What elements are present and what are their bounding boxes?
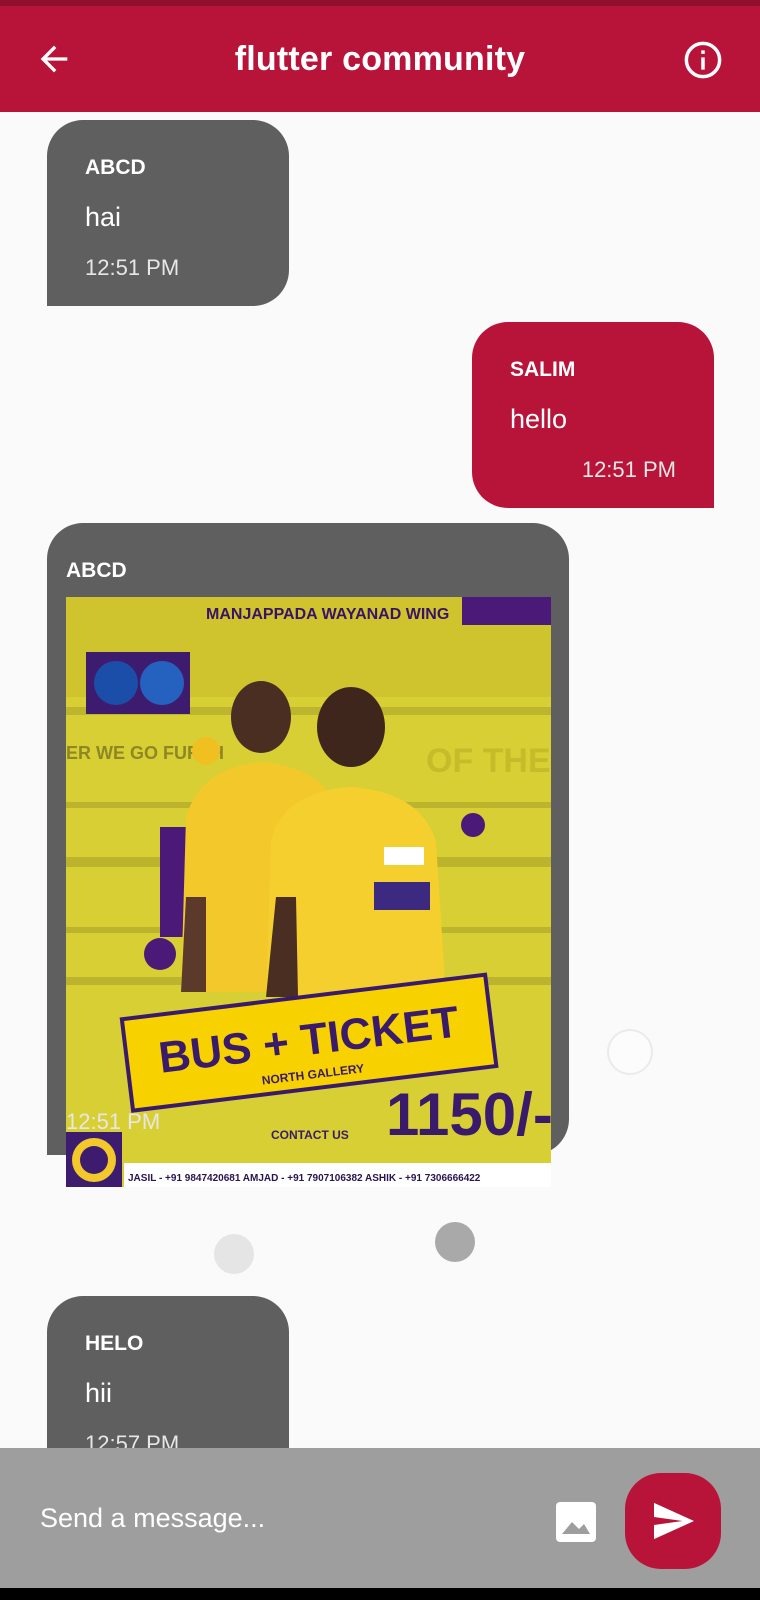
message-list[interactable]: ABCD hai 12:51 PM SALIM hello 12:51 PM A…	[0, 112, 760, 1448]
message-text: hii	[85, 1378, 113, 1408]
touch-ripple	[607, 1029, 653, 1075]
send-button[interactable]	[625, 1473, 721, 1569]
nav-bar-strip	[0, 1588, 760, 1600]
attach-image-button[interactable]	[552, 1498, 600, 1546]
touch-ripple	[214, 1234, 254, 1274]
poster-contact-label: CONTACT US	[271, 1128, 349, 1142]
message-time: 12:51 PM	[66, 1109, 161, 1134]
message-bubble-incoming[interactable]: HELO hii 12:57 PM	[47, 1296, 289, 1448]
poster-bg-text: OF THE	[426, 742, 551, 780]
message-text: hello	[510, 404, 568, 434]
message-bubble-outgoing[interactable]: SALIM hello 12:51 PM	[472, 322, 714, 508]
poster-price: 1150/-	[386, 1081, 551, 1148]
poster-graphic: MANJAPPADA WAYANAD WING ER WE GO FURTH O…	[66, 597, 551, 1187]
poster-contacts: JASIL - +91 9847420681 AMJAD - +91 79071…	[128, 1173, 481, 1184]
message-bubble-image[interactable]: ABCD MANJAPPADA WAYANAD WING ER WE GO FU…	[47, 523, 569, 1187]
message-sender: SALIM	[510, 358, 576, 381]
message-time: 12:51 PM	[85, 255, 180, 280]
message-sender: ABCD	[85, 156, 146, 179]
app-bar: flutter community	[0, 6, 760, 112]
message-sender: ABCD	[66, 559, 127, 582]
page-title: flutter community	[234, 40, 526, 78]
image-icon	[556, 1502, 596, 1542]
message-time: 12:51 PM	[581, 457, 676, 482]
send-icon	[654, 1502, 694, 1540]
message-text: hai	[85, 202, 122, 232]
touch-ripple	[435, 1222, 475, 1262]
message-composer	[0, 1448, 760, 1588]
poster-header: MANJAPPADA WAYANAD WING	[206, 606, 449, 623]
message-sender: HELO	[85, 1332, 144, 1355]
message-bubble-incoming[interactable]: ABCD hai 12:51 PM	[47, 120, 289, 306]
message-time: 12:57 PM	[85, 1431, 180, 1448]
shared-image-poster[interactable]: MANJAPPADA WAYANAD WING ER WE GO FURTH O…	[66, 597, 551, 1187]
info-circle-icon	[684, 41, 722, 79]
info-button[interactable]	[682, 39, 724, 81]
message-input[interactable]	[38, 1492, 522, 1544]
